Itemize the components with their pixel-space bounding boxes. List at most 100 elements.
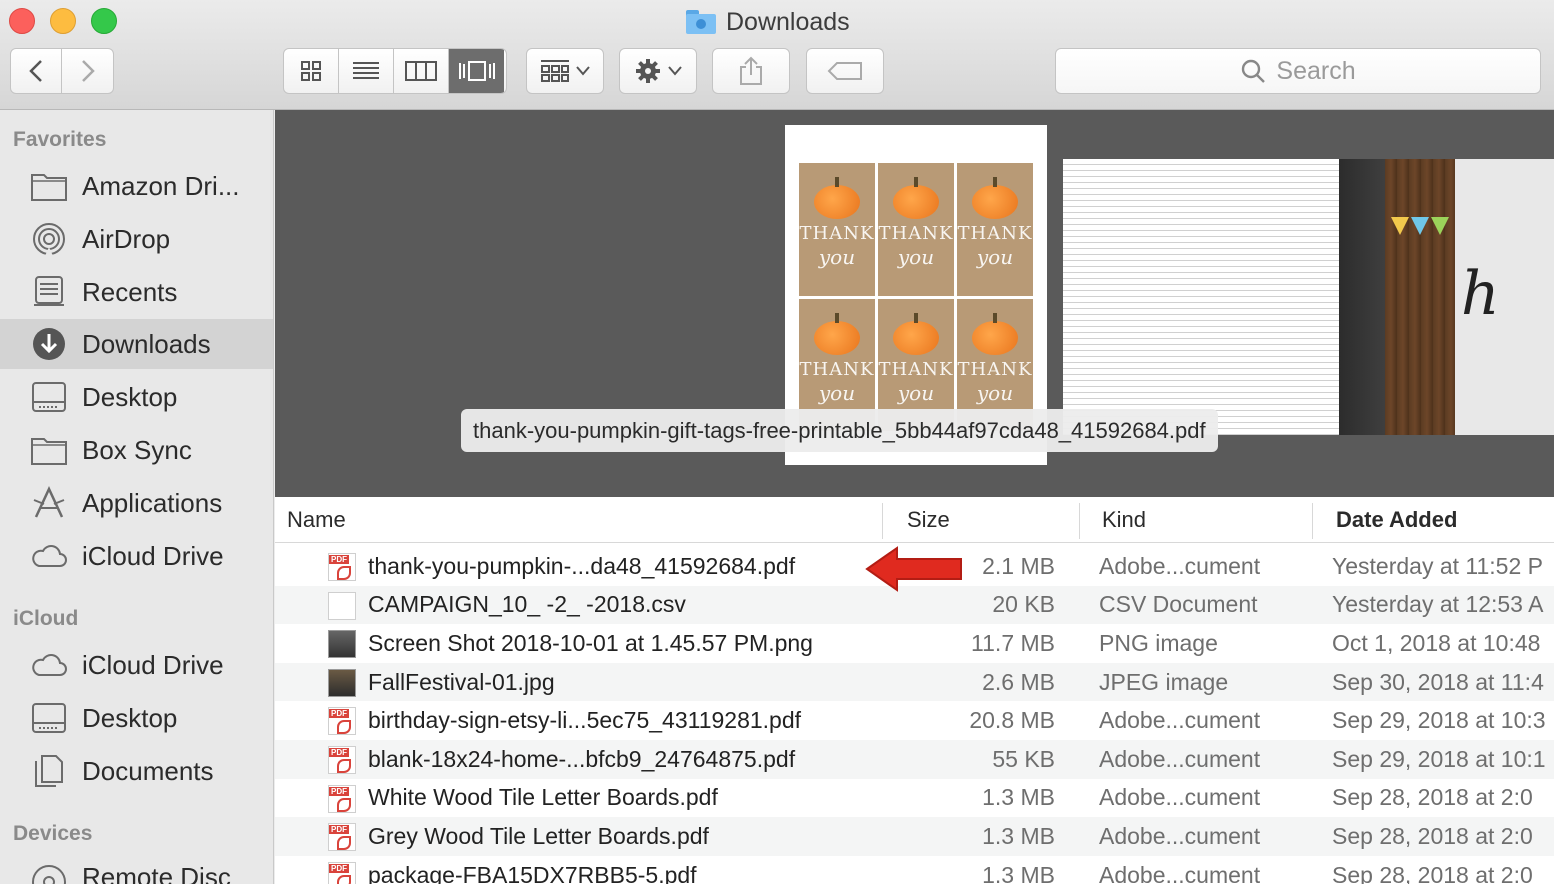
downloads-icon (33, 328, 65, 360)
grid-icon (301, 61, 321, 81)
pumpkin-icon (893, 312, 939, 355)
file-date-added: Sep 29, 2018 at 10:3 (1332, 707, 1546, 734)
tag-text: THANK (957, 358, 1033, 380)
file-date-added: Oct 1, 2018 at 10:48 (1332, 629, 1541, 656)
file-row[interactable]: blank-18x24-home-...bfcb9_24764875.pdf 5… (275, 740, 1554, 779)
cover-flow-view-button[interactable] (449, 49, 504, 93)
tag-text: you (818, 245, 856, 269)
column-divider[interactable] (882, 503, 883, 539)
pumpkin-icon (893, 177, 939, 219)
file-name-cell: thank-you-pumpkin-...da48_41592684.pdf (329, 547, 795, 586)
column-header-date-added[interactable]: Date Added (1336, 497, 1457, 543)
sidebar-item-downloads[interactable]: Downloads (0, 319, 273, 369)
sidebar-item-icloud-drive[interactable]: iCloud Drive (0, 531, 273, 581)
share-icon (740, 56, 762, 85)
file-name-cell: blank-18x24-home-...bfcb9_24764875.pdf (329, 740, 795, 779)
minimize-window-button[interactable] (50, 8, 76, 34)
arrange-icon (541, 60, 569, 82)
file-row[interactable]: White Wood Tile Letter Boards.pdf 1.3 MB… (275, 779, 1554, 818)
window-title: Downloads (686, 6, 850, 38)
sidebar: Favorites Amazon Dri... AirDrop Recents … (0, 110, 274, 884)
sidebar-item-recents[interactable]: Recents (0, 267, 273, 317)
script-lettering: h (1461, 259, 1500, 329)
action-menu-button[interactable] (619, 48, 697, 94)
icloud-heading[interactable]: iCloud (13, 607, 78, 631)
sidebar-item-remote-disc[interactable]: Remote Disc (0, 852, 273, 884)
pumpkin-icon (972, 312, 1018, 355)
close-window-button[interactable] (9, 8, 35, 34)
tag-text: THANK (799, 358, 875, 380)
sidebar-item-label: Documents (82, 755, 214, 786)
search-placeholder: Search (1276, 56, 1356, 85)
back-button[interactable] (11, 49, 62, 93)
sidebar-item-icloud-drive-2[interactable]: iCloud Drive (0, 640, 273, 690)
file-row[interactable]: package-FBA15DX7RBB5-5.pdf 1.3 MB Adobe.… (275, 856, 1554, 884)
bunting-flag (1431, 217, 1449, 235)
column-divider[interactable] (1079, 503, 1080, 539)
file-size: 20.8 MB (969, 707, 1055, 734)
file-name: blank-18x24-home-...bfcb9_24764875.pdf (368, 745, 796, 772)
forward-button[interactable] (62, 49, 113, 93)
sidebar-item-box-sync[interactable]: Box Sync (0, 425, 273, 475)
window-title-text: Downloads (726, 7, 850, 36)
pumpkin-icon (814, 312, 860, 355)
file-date-added: Sep 28, 2018 at 2:0 (1332, 861, 1533, 884)
applications-icon (33, 486, 65, 518)
file-row[interactable]: FallFestival-01.jpg 2.6 MB JPEG image Se… (275, 662, 1554, 702)
column-header-kind[interactable]: Kind (1102, 497, 1146, 543)
file-name: Screen Shot 2018-10-01 at 1.45.57 PM.png (368, 629, 813, 656)
tag-text: THANK (957, 223, 1033, 244)
column-divider[interactable] (1312, 503, 1313, 539)
cover-flow-wood-page[interactable] (1385, 159, 1455, 435)
devices-heading[interactable]: Devices (13, 822, 92, 846)
cover-flow-preview[interactable]: THANK you THANK you THANK you THANK you THAN… (275, 110, 1554, 497)
edit-tags-button[interactable] (806, 48, 884, 94)
column-view-button[interactable] (394, 49, 449, 93)
sidebar-item-label: Desktop (82, 381, 178, 412)
downloads-folder-icon (686, 10, 716, 34)
list-view-button[interactable] (339, 49, 394, 93)
sidebar-item-documents[interactable]: Documents (0, 746, 273, 796)
zoom-window-button[interactable] (91, 8, 117, 34)
file-name: White Wood Tile Letter Boards.pdf (368, 784, 718, 811)
file-name: birthday-sign-etsy-li...5ec75_43119281.p… (368, 707, 802, 734)
sidebar-item-applications[interactable]: Applications (0, 478, 273, 528)
file-row[interactable]: Screen Shot 2018-10-01 at 1.45.57 PM.png… (275, 624, 1554, 663)
favorites-heading[interactable]: Favorites (13, 128, 106, 152)
file-kind: Adobe...cument (1099, 822, 1261, 849)
column-header-name[interactable]: Name (287, 497, 346, 543)
cover-flow-script-page[interactable]: h (1455, 159, 1554, 435)
search-field[interactable]: Search (1055, 48, 1541, 94)
sidebar-item-label: Amazon Dri... (82, 170, 240, 201)
toolbar: Downloads Search (0, 0, 1554, 110)
sidebar-item-desktop[interactable]: Desktop (0, 372, 273, 422)
sidebar-item-label: Box Sync (82, 434, 192, 465)
file-row[interactable]: Grey Wood Tile Letter Boards.pdf 1.3 MB … (275, 817, 1554, 856)
file-kind: Adobe...cument (1099, 707, 1261, 734)
sidebar-item-amazon-drive[interactable]: Amazon Dri... (0, 161, 273, 211)
sidebar-item-label: AirDrop (82, 223, 171, 254)
file-name-cell: CAMPAIGN_10_ -2_ -2018.csv (329, 586, 686, 625)
cover-flow-spreadsheet-page[interactable] (1063, 159, 1341, 435)
file-size: 1.3 MB (982, 784, 1055, 811)
tag-icon (827, 62, 862, 80)
recents-icon (34, 276, 64, 306)
tag-text: THANK (878, 358, 954, 380)
file-name-cell: package-FBA15DX7RBB5-5.pdf (329, 856, 697, 884)
arrange-button[interactable] (526, 48, 604, 94)
share-button[interactable] (712, 48, 790, 94)
gear-icon (636, 59, 660, 83)
sidebar-item-label: Applications (82, 487, 223, 518)
icon-view-button[interactable] (284, 49, 339, 93)
sidebar-item-label: Downloads (82, 328, 211, 359)
file-row[interactable]: birthday-sign-etsy-li...5ec75_43119281.p… (275, 701, 1554, 740)
sidebar-item-airdrop[interactable]: AirDrop (0, 214, 273, 264)
column-header-size[interactable]: Size (907, 497, 950, 543)
chevron-down-icon (668, 66, 682, 76)
view-mode-control (283, 48, 507, 94)
cloud-icon (32, 654, 67, 676)
gift-tag: THANK you (878, 163, 954, 296)
file-size: 1.3 MB (982, 822, 1055, 849)
file-date-added: Yesterday at 12:53 A (1332, 591, 1544, 618)
sidebar-item-icloud-desktop[interactable]: Desktop (0, 693, 273, 743)
